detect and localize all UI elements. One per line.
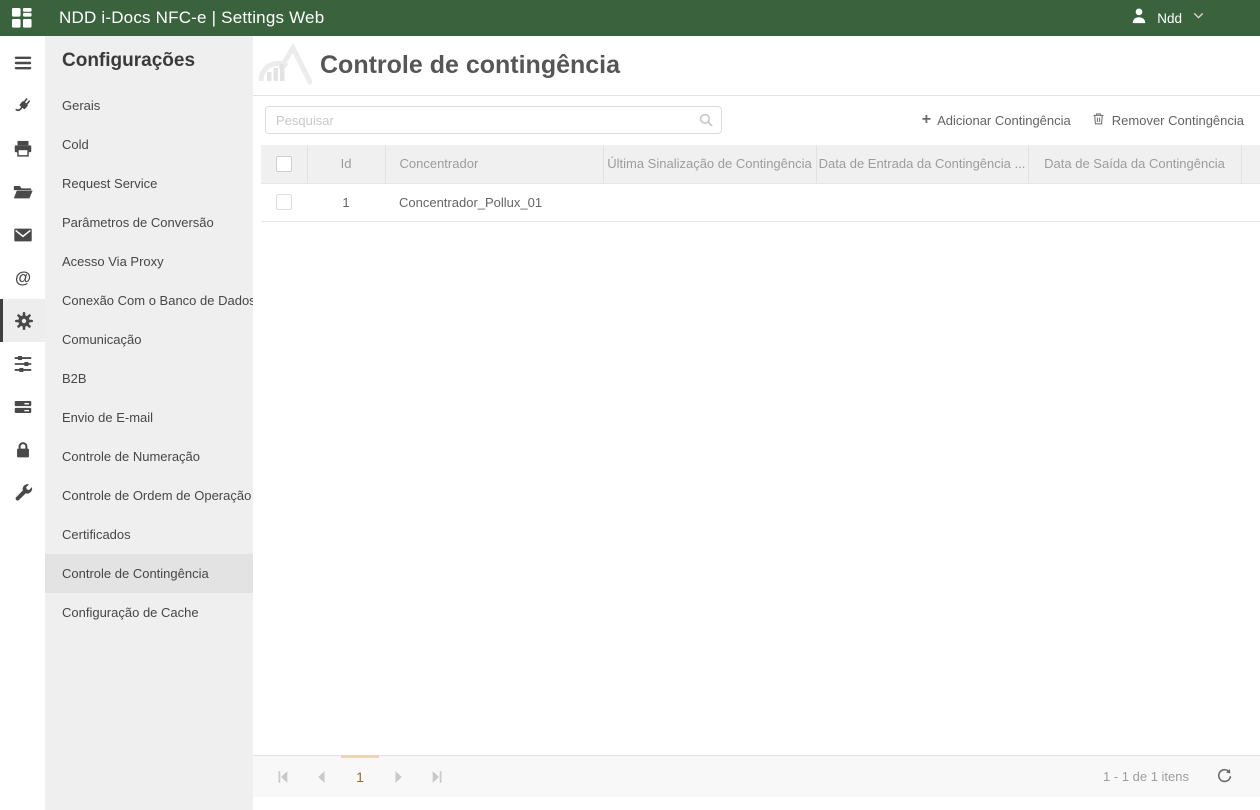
folder-open-icon[interactable]: [0, 170, 45, 213]
pager-right: 1 - 1 de 1 itens: [1103, 767, 1234, 786]
grid-header-ultima-sinalizacao[interactable]: Última Sinalização de Contingência: [603, 145, 816, 183]
server-icon[interactable]: [0, 385, 45, 428]
current-page-number: 1: [356, 769, 364, 785]
settings-gear-icon[interactable]: [0, 299, 45, 342]
add-contingency-button[interactable]: + Adicionar Contingência: [922, 112, 1071, 128]
search-wrap: [265, 106, 722, 134]
grid-header-data-saida[interactable]: Data de Saída da Contingência: [1028, 145, 1241, 183]
page-title: Controle de contingência: [320, 51, 620, 80]
printer-icon[interactable]: [0, 127, 45, 170]
grid-header-row: Id Concentrador Última Sinalização de Co…: [261, 145, 1260, 183]
chevron-down-icon: [1190, 7, 1207, 29]
sidebar-item-request-service[interactable]: Request Service: [45, 164, 253, 203]
prev-page-button[interactable]: [303, 756, 341, 798]
toolbar-buttons: + Adicionar Contingência Remover Conting…: [922, 111, 1244, 129]
icon-rail: @: [0, 36, 45, 810]
cell-data-saida: [1028, 183, 1241, 221]
sidebar-item-acesso-proxy[interactable]: Acesso Via Proxy: [45, 242, 253, 281]
sidebar-item-conexao-banco[interactable]: Conexão Com o Banco de Dados: [45, 281, 253, 320]
sliders-icon[interactable]: [0, 342, 45, 385]
cell-data-entrada: [816, 183, 1028, 221]
remove-contingency-label: Remover Contingência: [1112, 113, 1244, 128]
current-page-indicator: [341, 755, 379, 758]
last-page-button[interactable]: [417, 756, 455, 798]
sidebar-item-configuracao-cache[interactable]: Configuração de Cache: [45, 593, 253, 632]
select-all-checkbox[interactable]: [276, 156, 292, 172]
search-icon[interactable]: [697, 111, 715, 134]
at-icon[interactable]: @: [0, 256, 45, 299]
grid-header-checkbox-cell: [261, 145, 307, 183]
svg-text:@: @: [14, 269, 30, 287]
sidebar-item-comunicacao[interactable]: Comunicação: [45, 320, 253, 359]
user-icon: [1129, 6, 1149, 31]
plug-icon[interactable]: [0, 84, 45, 127]
sidebar-item-b2b[interactable]: B2B: [45, 359, 253, 398]
grid-pager: 1 1 - 1 de 1 itens: [253, 755, 1260, 797]
topbar: NDD i-Docs NFC-e | Settings Web Ndd: [0, 0, 1260, 36]
table-row[interactable]: 1 Concentrador_Pollux_01: [261, 183, 1260, 221]
sidebar-item-parametros-conversao[interactable]: Parâmetros de Conversão: [45, 203, 253, 242]
sidebar-list: Gerais Cold Request Service Parâmetros d…: [45, 86, 253, 632]
search-input[interactable]: [265, 106, 722, 134]
grid-header-concentrador[interactable]: Concentrador: [385, 145, 603, 183]
sidebar-item-cold[interactable]: Cold: [45, 125, 253, 164]
add-contingency-label: Adicionar Contingência: [937, 113, 1071, 128]
chart-watermark-icon: [258, 39, 312, 92]
main-content: Controle de contingência + Adicionar Con…: [253, 36, 1260, 810]
page-number-button[interactable]: 1: [341, 756, 379, 798]
sidebar-item-gerais[interactable]: Gerais: [45, 86, 253, 125]
sidebar-item-envio-email[interactable]: Envio de E-mail: [45, 398, 253, 437]
grid-header-id[interactable]: Id: [307, 145, 385, 183]
cell-concentrador: Concentrador_Pollux_01: [385, 183, 603, 221]
menu-icon[interactable]: [0, 41, 45, 84]
remove-contingency-button[interactable]: Remover Contingência: [1091, 111, 1244, 129]
settings-sidebar: Configurações Gerais Cold Request Servic…: [45, 36, 253, 810]
cell-id: 1: [307, 183, 385, 221]
sidebar-item-certificados[interactable]: Certificados: [45, 515, 253, 554]
app-tiles-icon[interactable]: [11, 7, 33, 29]
grid-header-spacer: [1241, 145, 1260, 183]
next-page-button[interactable]: [379, 756, 417, 798]
toolbar-row: + Adicionar Contingência Remover Conting…: [265, 106, 1244, 134]
sidebar-item-controle-ordem-operacao[interactable]: Controle de Ordem de Operação: [45, 476, 253, 515]
row-checkbox-cell: [261, 183, 307, 221]
user-menu[interactable]: Ndd: [1129, 6, 1207, 31]
app-title: NDD i-Docs NFC-e | Settings Web: [59, 8, 324, 28]
trash-icon: [1091, 111, 1106, 129]
wrench-icon[interactable]: [0, 471, 45, 514]
lock-icon[interactable]: [0, 428, 45, 471]
first-page-button[interactable]: [265, 756, 303, 798]
row-checkbox[interactable]: [276, 194, 292, 210]
refresh-button[interactable]: [1215, 767, 1234, 786]
mail-icon[interactable]: [0, 213, 45, 256]
cell-spacer: [1241, 183, 1260, 221]
plus-icon: +: [922, 112, 931, 128]
user-name: Ndd: [1157, 11, 1182, 26]
sidebar-heading: Configurações: [62, 50, 253, 72]
grid-header-data-entrada[interactable]: Data de Entrada da Contingência ...: [816, 145, 1028, 183]
sidebar-item-controle-numeracao[interactable]: Controle de Numeração: [45, 437, 253, 476]
cell-ultima-sinalizacao: [603, 183, 816, 221]
contingency-grid: Id Concentrador Última Sinalização de Co…: [261, 145, 1260, 222]
page-header: Controle de contingência: [253, 36, 1260, 96]
sidebar-item-controle-contingencia[interactable]: Controle de Contingência: [45, 554, 253, 593]
pager-info: 1 - 1 de 1 itens: [1103, 769, 1189, 784]
